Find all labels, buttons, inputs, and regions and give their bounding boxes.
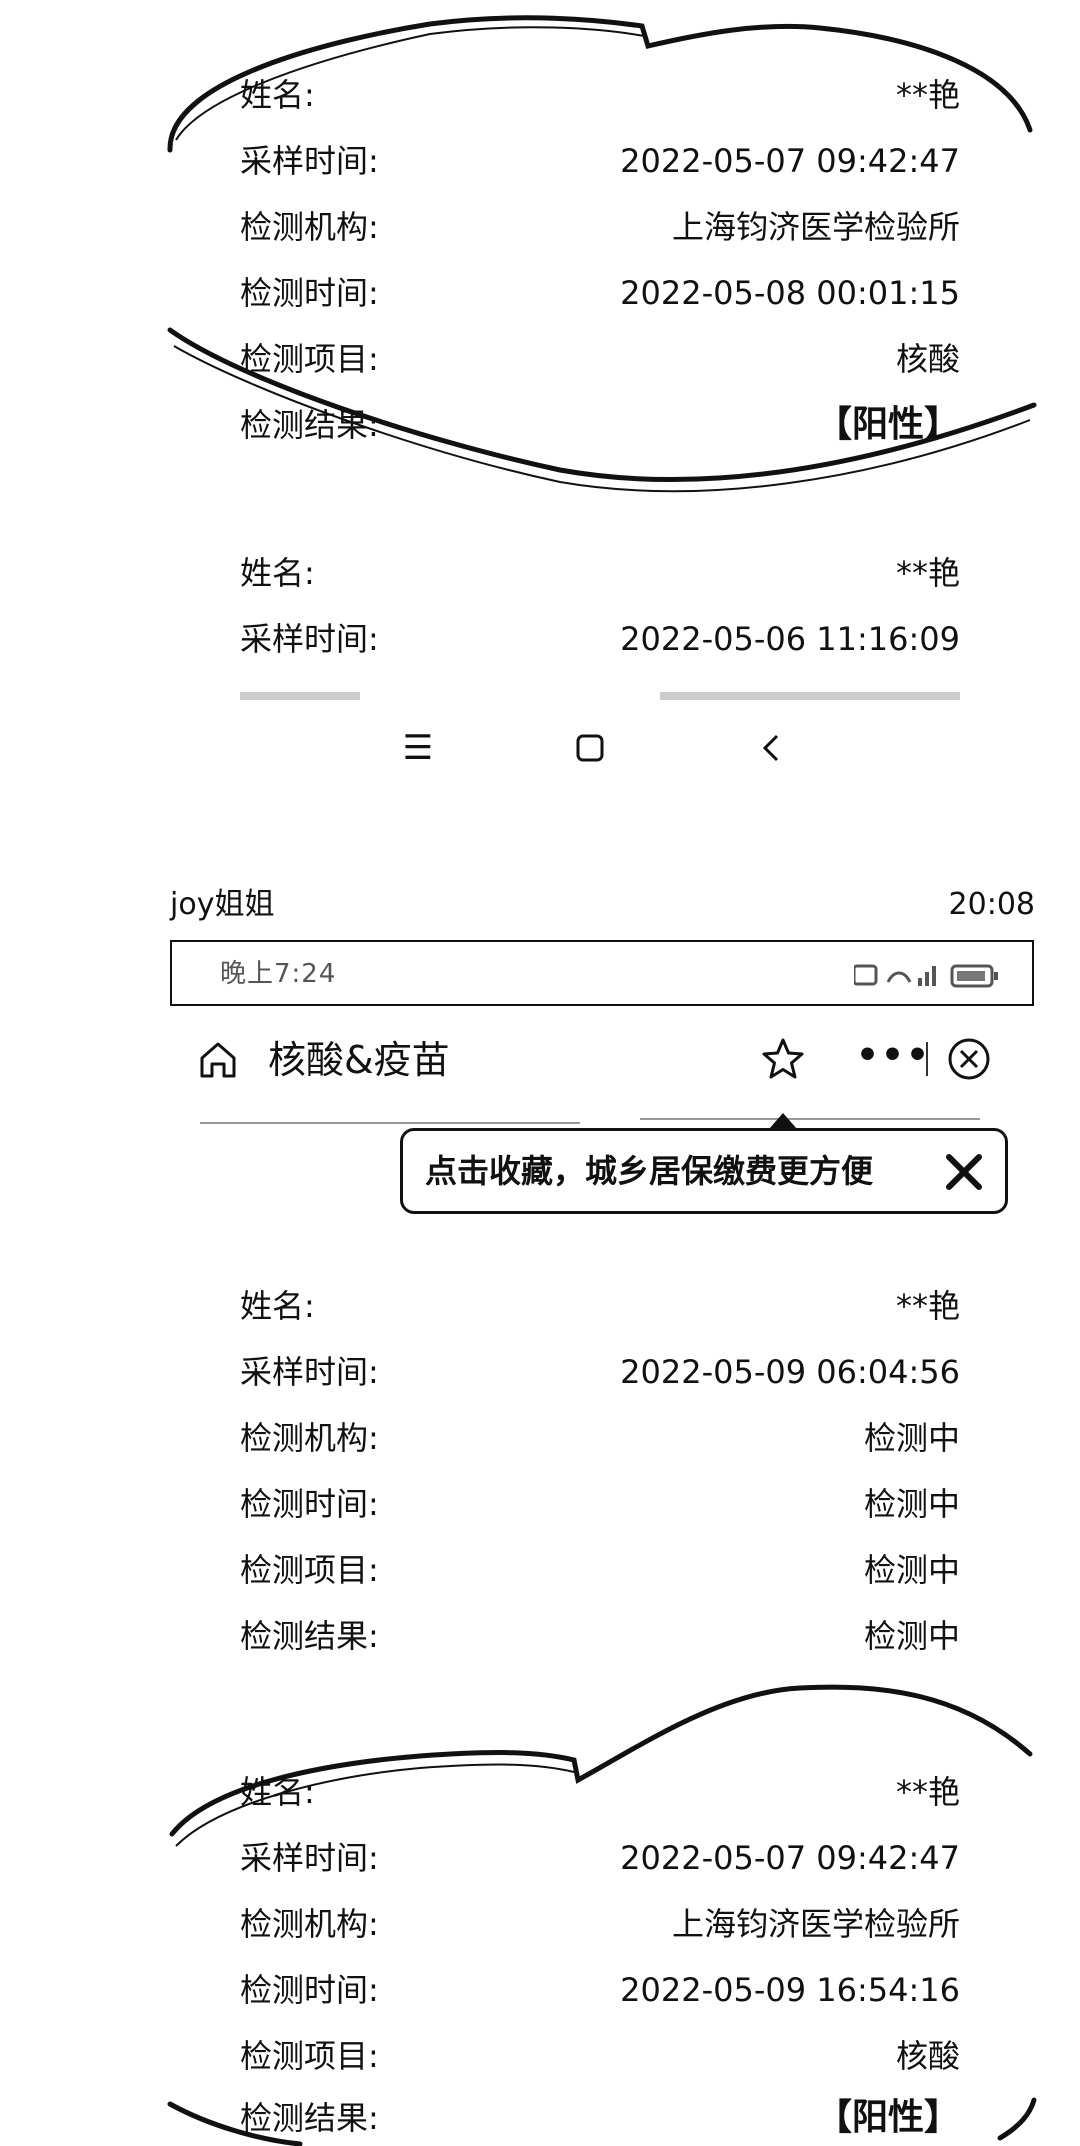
field-label: 检测机构:	[240, 1419, 379, 1457]
field-row-test-time: 检测时间: 2022-05-09 16:54:16	[240, 1962, 960, 2018]
field-row-name: 姓名: **艳	[240, 67, 960, 123]
field-label: 采样时间:	[240, 620, 379, 658]
chat-sender-name: joy姐姐	[170, 887, 275, 922]
field-value: **艳	[895, 554, 960, 592]
field-row-sample-time: 采样时间: 2022-05-06 11:16:09	[240, 611, 960, 667]
field-value: 2022-05-07 09:42:47	[620, 142, 960, 180]
field-value: **艳	[895, 76, 960, 114]
field-row-sample-time: 采样时间: 2022-05-07 09:42:47	[240, 133, 960, 189]
field-label: 检测结果:	[240, 2099, 379, 2137]
field-row-name: 姓名: **艳	[240, 1278, 960, 1334]
field-value: 2022-05-06 11:16:09	[620, 620, 960, 658]
signal-bar-icon	[932, 966, 936, 986]
star-icon[interactable]	[760, 1036, 806, 1082]
field-value: 上海钧济医学检验所	[671, 1905, 960, 1943]
clipped-row	[240, 678, 960, 700]
field-label: 姓名:	[240, 1287, 315, 1325]
battery-tip	[994, 972, 998, 980]
field-value: 2022-05-07 09:42:47	[620, 1839, 960, 1877]
chevron-left-icon	[762, 734, 779, 762]
field-value: 核酸	[895, 2037, 960, 2075]
field-row-institution: 检测机构: 上海钧济医学检验所	[240, 199, 960, 255]
field-row-result: 检测结果: 【阳性】	[240, 2090, 960, 2146]
chat-timestamp: 20:08	[948, 887, 1035, 922]
close-circle-icon[interactable]	[946, 1036, 992, 1082]
result-value: 【阳性】	[815, 2097, 960, 2138]
clipped-text-fragment	[240, 692, 360, 700]
field-row-test-item: 检测项目: 检测中	[240, 1542, 960, 1598]
nfc-icon	[854, 964, 878, 986]
menu-icon[interactable]: ☰	[394, 724, 442, 772]
field-label: 检测结果:	[240, 406, 379, 444]
field-label: 检测时间:	[240, 1971, 379, 2009]
field-value: 检测中	[863, 1485, 960, 1523]
tooltip-arrow	[769, 1113, 797, 1129]
back-icon[interactable]	[748, 724, 796, 772]
signal-bar-icon	[918, 978, 922, 986]
tooltip-close-icon[interactable]	[945, 1153, 983, 1191]
field-row-sample-time: 采样时间: 2022-05-09 06:04:56	[240, 1344, 960, 1400]
field-row-result: 检测结果: 检测中	[240, 1608, 960, 1664]
field-row-test-time: 检测时间: 检测中	[240, 1476, 960, 1532]
clipped-text-fragment	[660, 692, 960, 700]
system-nav-bar: ☰	[0, 712, 1080, 784]
field-label: 姓名:	[240, 1773, 315, 1811]
field-value: 检测中	[863, 1617, 960, 1655]
field-row-institution: 检测机构: 检测中	[240, 1410, 960, 1466]
page-title: 核酸&疫苗	[268, 1038, 450, 1082]
capsule-divider	[926, 1042, 928, 1076]
status-bar: 晚上7:24	[170, 940, 1034, 1006]
field-label: 检测时间:	[240, 1485, 379, 1523]
tooltip-text: 点击收藏，城乡居保缴费更方便	[425, 1152, 874, 1190]
field-row-test-time: 检测时间: 2022-05-08 00:01:15	[240, 265, 960, 321]
field-label: 姓名:	[240, 76, 315, 114]
field-row-result: 检测结果: 【阳性】	[240, 397, 960, 453]
field-label: 检测机构:	[240, 208, 379, 246]
field-label: 检测项目:	[240, 1551, 379, 1589]
field-value: 2022-05-08 00:01:15	[620, 274, 960, 312]
field-value: 检测中	[863, 1419, 960, 1457]
home-button-icon[interactable]	[566, 724, 614, 772]
field-label: 检测结果:	[240, 1617, 379, 1655]
field-row-name: 姓名: **艳	[240, 545, 960, 601]
field-value: 核酸	[895, 340, 960, 378]
signal-bar-icon	[925, 972, 929, 986]
more-options-icon[interactable]: •••	[856, 1036, 929, 1082]
field-value: 2022-05-09 16:54:16	[620, 1971, 960, 2009]
field-value: 上海钧济医学检验所	[671, 208, 960, 246]
partial-tab-underline	[640, 1118, 980, 1120]
field-row-test-item: 检测项目: 核酸	[240, 2028, 960, 2084]
status-clock: 晚上7:24	[220, 959, 337, 989]
field-row-test-item: 检测项目: 核酸	[240, 331, 960, 387]
field-label: 采样时间:	[240, 1839, 379, 1877]
field-label: 检测项目:	[240, 2037, 379, 2075]
mini-program-title-bar: 核酸&疫苗 •••	[170, 1020, 1034, 1100]
field-label: 采样时间:	[240, 1353, 379, 1391]
field-label: 采样时间:	[240, 142, 379, 180]
field-label: 检测机构:	[240, 1905, 379, 1943]
result-value: 【阳性】	[815, 404, 960, 445]
field-label: 姓名:	[240, 554, 315, 592]
field-value: 2022-05-09 06:04:56	[620, 1353, 960, 1391]
home-icon[interactable]	[196, 1038, 240, 1082]
field-row-name: 姓名: **艳	[240, 1764, 960, 1820]
field-label: 检测时间:	[240, 274, 379, 312]
field-row-institution: 检测机构: 上海钧济医学检验所	[240, 1896, 960, 1952]
field-label: 检测项目:	[240, 340, 379, 378]
field-row-sample-time: 采样时间: 2022-05-07 09:42:47	[240, 1830, 960, 1886]
field-value: **艳	[895, 1773, 960, 1811]
status-icons	[854, 964, 998, 988]
wifi-icon	[886, 971, 912, 983]
battery-level	[957, 971, 985, 981]
square-icon	[576, 734, 604, 762]
favorite-tooltip: 点击收藏，城乡居保缴费更方便	[400, 1113, 1008, 1214]
field-value: 检测中	[863, 1551, 960, 1589]
partial-tab-underline	[200, 1122, 580, 1124]
field-value: **艳	[895, 1287, 960, 1325]
